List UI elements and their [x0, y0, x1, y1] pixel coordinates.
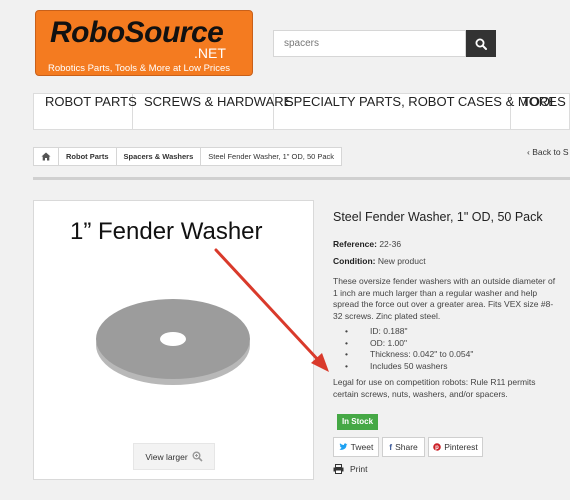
tweet-button[interactable]: Tweet — [333, 437, 379, 457]
condition-row: Condition: New product — [333, 256, 426, 266]
zoom-icon — [192, 451, 203, 462]
tweet-label: Tweet — [350, 442, 374, 452]
print-label: Print — [350, 464, 368, 474]
product-title: Steel Fender Washer, 1" OD, 50 Pack — [333, 210, 543, 224]
condition-label: Condition: — [333, 256, 376, 266]
pinterest-button[interactable]: p Pinterest — [428, 437, 483, 457]
share-label: Share — [395, 442, 418, 452]
reference-label: Reference: — [333, 239, 377, 249]
reference-value: 22-36 — [379, 239, 402, 249]
spec-item: Thickness: 0.042" to 0.054" — [343, 349, 473, 361]
condition-value: New product — [377, 256, 426, 266]
reference-row: Reference: 22-36 — [333, 239, 401, 249]
pinterest-icon: p — [433, 443, 442, 451]
spec-list: ID: 0.188" OD: 1.00" Thickness: 0.042" t… — [343, 326, 473, 372]
stock-badge: In Stock — [337, 414, 378, 430]
legal-note: Legal for use on competition robots: Rul… — [333, 377, 536, 399]
pinterest-label: Pinterest — [444, 442, 478, 452]
pointer-arrow-icon — [214, 248, 329, 372]
print-link[interactable]: Print — [333, 464, 367, 474]
printer-icon — [333, 464, 344, 474]
spec-item: OD: 1.00" — [343, 338, 473, 350]
view-larger-label: View larger — [145, 451, 188, 462]
spec-item: Includes 50 washers — [343, 361, 473, 373]
share-button[interactable]: f Share — [382, 437, 425, 457]
svg-text:p: p — [435, 445, 439, 451]
spec-item: ID: 0.188" — [343, 326, 473, 338]
twitter-icon — [339, 443, 348, 450]
product-description: These oversize fender washers with an ou… — [333, 276, 556, 321]
facebook-icon: f — [389, 442, 393, 452]
view-larger-button[interactable]: View larger — [133, 443, 215, 470]
